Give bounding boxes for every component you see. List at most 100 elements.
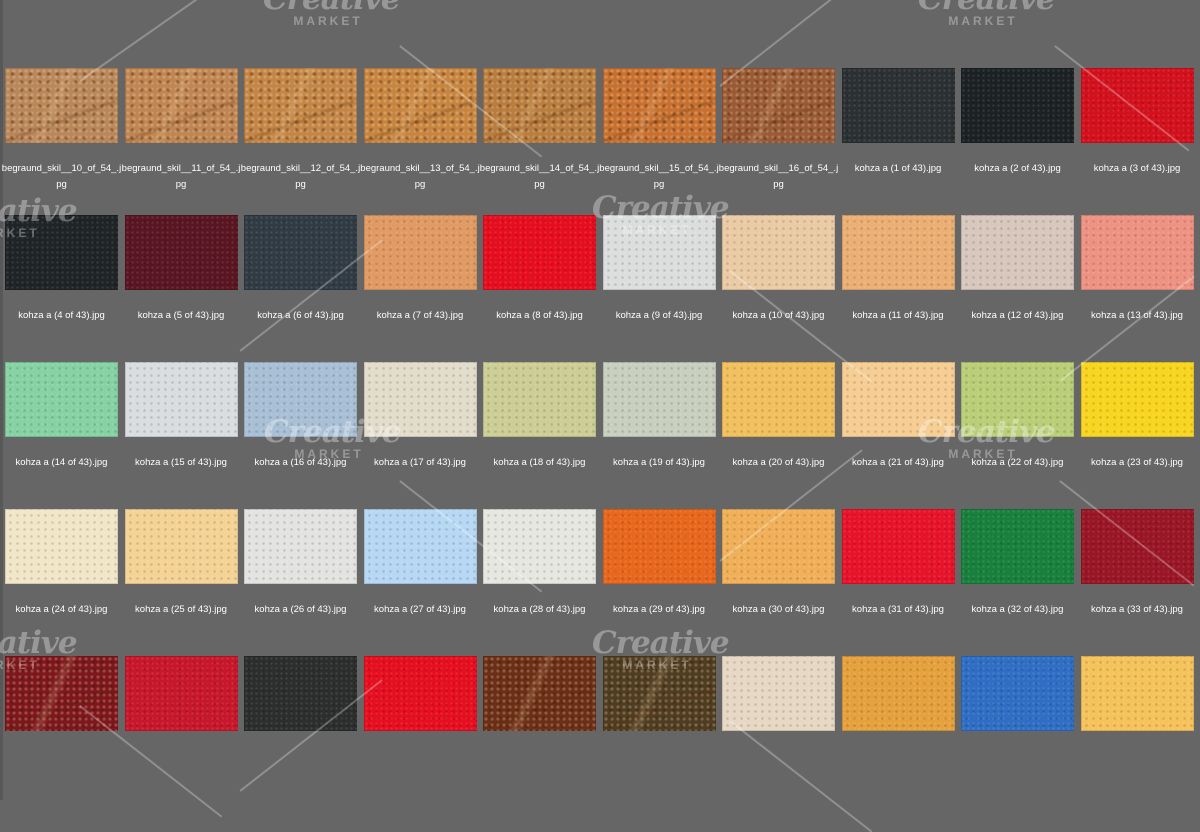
leather-texture-thumbnail[interactable] bbox=[124, 362, 238, 437]
file-item[interactable]: begraund_skil__15_of_54_.jpg bbox=[599, 68, 719, 215]
leather-texture-thumbnail[interactable] bbox=[961, 656, 1074, 731]
file-item[interactable]: kohza a (2 of 43).jpg bbox=[961, 68, 1074, 215]
file-item[interactable]: kohza a (7 of 43).jpg bbox=[363, 215, 477, 362]
leather-texture-thumbnail[interactable] bbox=[961, 68, 1074, 143]
leather-texture-thumbnail[interactable] bbox=[722, 656, 835, 731]
file-item[interactable]: kohza a (13 of 43).jpg bbox=[1080, 215, 1194, 362]
leather-texture-thumbnail[interactable] bbox=[1080, 68, 1194, 143]
file-item[interactable]: kohza a (31 of 43).jpg bbox=[841, 509, 955, 656]
leather-texture-thumbnail[interactable] bbox=[1080, 656, 1194, 731]
file-item[interactable]: kohza a (9 of 43).jpg bbox=[602, 215, 716, 362]
file-item[interactable]: kohza a (1 of 43).jpg bbox=[841, 68, 955, 215]
file-item[interactable]: kohza a (20 of 43).jpg bbox=[722, 362, 835, 509]
file-item[interactable]: kohza a (22 of 43).jpg bbox=[961, 362, 1074, 509]
file-item[interactable]: kohza a (8 of 43).jpg bbox=[483, 215, 596, 362]
file-item[interactable] bbox=[841, 656, 955, 803]
leather-texture-thumbnail[interactable] bbox=[5, 509, 118, 584]
file-item[interactable]: kohza a (24 of 43).jpg bbox=[5, 509, 118, 656]
file-item[interactable]: kohza a (15 of 43).jpg bbox=[124, 362, 238, 509]
file-item[interactable]: kohza a (21 of 43).jpg bbox=[841, 362, 955, 509]
leather-texture-thumbnail[interactable] bbox=[483, 215, 596, 290]
leather-texture-thumbnail[interactable] bbox=[483, 656, 596, 731]
leather-texture-thumbnail[interactable] bbox=[841, 215, 955, 290]
leather-texture-thumbnail[interactable] bbox=[1080, 215, 1194, 290]
file-item[interactable]: kohza a (14 of 43).jpg bbox=[5, 362, 118, 509]
leather-texture-thumbnail[interactable] bbox=[483, 68, 596, 143]
leather-texture-thumbnail[interactable] bbox=[363, 656, 477, 731]
file-item[interactable]: kohza a (25 of 43).jpg bbox=[124, 509, 238, 656]
file-item[interactable]: kohza a (27 of 43).jpg bbox=[363, 509, 477, 656]
leather-texture-thumbnail[interactable] bbox=[722, 215, 835, 290]
leather-texture-thumbnail[interactable] bbox=[5, 68, 118, 143]
leather-texture-thumbnail[interactable] bbox=[363, 509, 477, 584]
file-item[interactable] bbox=[722, 656, 835, 803]
leather-texture-thumbnail[interactable] bbox=[602, 509, 716, 584]
leather-texture-thumbnail[interactable] bbox=[961, 509, 1074, 584]
file-item[interactable]: kohza a (32 of 43).jpg bbox=[961, 509, 1074, 656]
file-item[interactable]: kohza a (6 of 43).jpg bbox=[244, 215, 357, 362]
leather-texture-thumbnail[interactable] bbox=[244, 656, 357, 731]
leather-texture-thumbnail[interactable] bbox=[5, 215, 118, 290]
file-item[interactable]: begraund_skil__10_of_54_.jpg bbox=[2, 68, 121, 215]
file-item[interactable]: kohza a (10 of 43).jpg bbox=[722, 215, 835, 362]
file-item[interactable]: kohza a (4 of 43).jpg bbox=[5, 215, 118, 362]
file-item[interactable] bbox=[124, 656, 238, 803]
leather-texture-thumbnail[interactable] bbox=[841, 68, 955, 143]
leather-texture-thumbnail[interactable] bbox=[602, 215, 716, 290]
file-item[interactable] bbox=[5, 656, 118, 803]
leather-texture-thumbnail[interactable] bbox=[961, 215, 1074, 290]
leather-texture-thumbnail[interactable] bbox=[363, 68, 477, 143]
file-item[interactable] bbox=[483, 656, 596, 803]
file-item[interactable]: kohza a (29 of 43).jpg bbox=[602, 509, 716, 656]
leather-texture-thumbnail[interactable] bbox=[363, 362, 477, 437]
file-item[interactable] bbox=[363, 656, 477, 803]
file-item[interactable] bbox=[961, 656, 1074, 803]
file-item[interactable]: kohza a (18 of 43).jpg bbox=[483, 362, 596, 509]
file-item[interactable]: begraund_skil__14_of_54_.jpg bbox=[480, 68, 599, 215]
file-item[interactable]: kohza a (12 of 43).jpg bbox=[961, 215, 1074, 362]
file-item[interactable]: kohza a (17 of 43).jpg bbox=[363, 362, 477, 509]
leather-texture-thumbnail[interactable] bbox=[602, 656, 716, 731]
leather-texture-thumbnail[interactable] bbox=[124, 656, 238, 731]
leather-texture-thumbnail[interactable] bbox=[602, 362, 716, 437]
file-item[interactable] bbox=[244, 656, 357, 803]
file-item[interactable]: kohza a (3 of 43).jpg bbox=[1080, 68, 1194, 215]
leather-texture-thumbnail[interactable] bbox=[1080, 362, 1194, 437]
file-item[interactable]: kohza a (11 of 43).jpg bbox=[841, 215, 955, 362]
leather-texture-thumbnail[interactable] bbox=[841, 656, 955, 731]
file-item[interactable]: kohza a (23 of 43).jpg bbox=[1080, 362, 1194, 509]
file-item[interactable] bbox=[602, 656, 716, 803]
leather-texture-thumbnail[interactable] bbox=[1080, 509, 1194, 584]
leather-texture-thumbnail[interactable] bbox=[722, 68, 835, 143]
leather-texture-thumbnail[interactable] bbox=[961, 362, 1074, 437]
leather-texture-thumbnail[interactable] bbox=[722, 509, 835, 584]
leather-texture-thumbnail[interactable] bbox=[5, 656, 118, 731]
leather-texture-thumbnail[interactable] bbox=[5, 362, 118, 437]
leather-texture-thumbnail[interactable] bbox=[363, 215, 477, 290]
file-item[interactable] bbox=[1080, 656, 1194, 803]
leather-texture-thumbnail[interactable] bbox=[244, 509, 357, 584]
leather-texture-thumbnail[interactable] bbox=[244, 215, 357, 290]
file-item[interactable]: begraund_skil__11_of_54_.jpg bbox=[122, 68, 240, 215]
leather-texture-thumbnail[interactable] bbox=[483, 509, 596, 584]
file-item[interactable]: kohza a (26 of 43).jpg bbox=[244, 509, 357, 656]
file-item[interactable]: kohza a (33 of 43).jpg bbox=[1080, 509, 1194, 656]
file-item[interactable]: kohza a (28 of 43).jpg bbox=[483, 509, 596, 656]
leather-texture-thumbnail[interactable] bbox=[602, 68, 716, 143]
leather-texture-thumbnail[interactable] bbox=[722, 362, 835, 437]
leather-texture-thumbnail[interactable] bbox=[244, 362, 357, 437]
file-item[interactable]: begraund_skil__13_of_54_.jpg bbox=[360, 68, 480, 215]
file-item[interactable]: begraund_skil__16_of_54_.jpg bbox=[719, 68, 838, 215]
file-item[interactable]: kohza a (30 of 43).jpg bbox=[722, 509, 835, 656]
leather-texture-thumbnail[interactable] bbox=[841, 509, 955, 584]
leather-texture-thumbnail[interactable] bbox=[124, 68, 238, 143]
leather-texture-thumbnail[interactable] bbox=[124, 215, 238, 290]
leather-texture-thumbnail[interactable] bbox=[124, 509, 238, 584]
file-item[interactable]: kohza a (5 of 43).jpg bbox=[124, 215, 238, 362]
leather-texture-thumbnail[interactable] bbox=[841, 362, 955, 437]
leather-texture-thumbnail[interactable] bbox=[483, 362, 596, 437]
file-item[interactable]: kohza a (19 of 43).jpg bbox=[602, 362, 716, 509]
file-item[interactable]: kohza a (16 of 43).jpg bbox=[244, 362, 357, 509]
file-item[interactable]: begraund_skil__12_of_54_.jpg bbox=[241, 68, 360, 215]
leather-texture-thumbnail[interactable] bbox=[244, 68, 357, 143]
